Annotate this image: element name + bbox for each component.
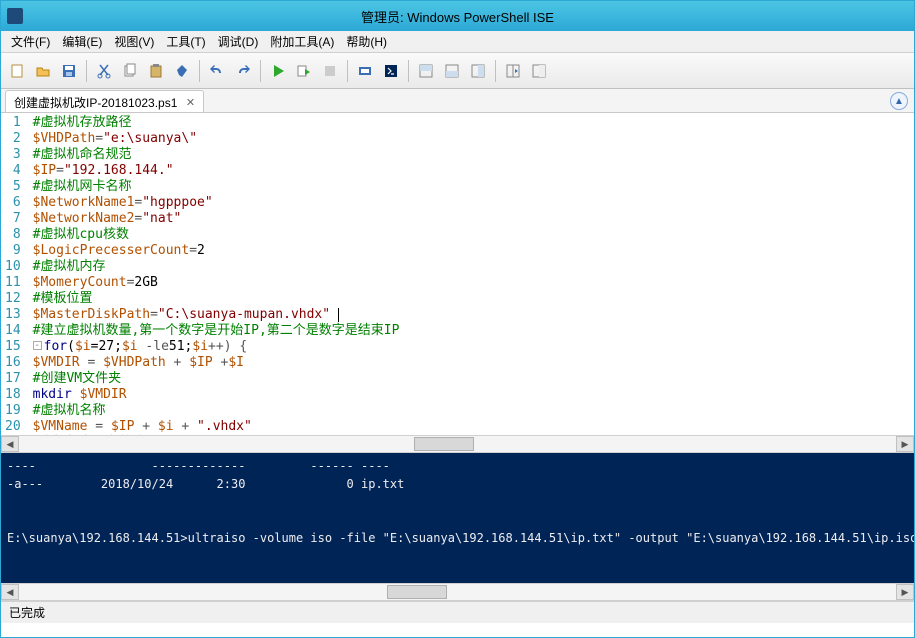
- show-addon-button[interactable]: [527, 59, 551, 83]
- menu-addons[interactable]: 附加工具(A): [264, 31, 340, 52]
- menu-help[interactable]: 帮助(H): [340, 31, 393, 52]
- run-button[interactable]: [266, 59, 290, 83]
- save-button[interactable]: [57, 59, 81, 83]
- open-button[interactable]: [31, 59, 55, 83]
- status-bar: 已完成: [1, 601, 914, 623]
- menu-view[interactable]: 视图(V): [108, 31, 160, 52]
- editor-hscrollbar[interactable]: ◀ ▶: [1, 435, 914, 453]
- clear-button[interactable]: [170, 59, 194, 83]
- undo-button[interactable]: [205, 59, 229, 83]
- menu-debug[interactable]: 调试(D): [212, 31, 265, 52]
- scroll-thumb[interactable]: [387, 585, 447, 599]
- scroll-track[interactable]: [19, 436, 896, 452]
- scroll-thumb[interactable]: [414, 437, 474, 451]
- menu-tools[interactable]: 工具(T): [160, 31, 211, 52]
- cut-button[interactable]: [92, 59, 116, 83]
- editor-pane: 123456789101112131415161718192021 #虚拟机存放…: [1, 113, 914, 453]
- tab-bar: 创建虚拟机改IP-20181023.ps1 ✕ ▲: [1, 89, 914, 113]
- collapse-script-icon[interactable]: ▲: [890, 92, 908, 110]
- console-hscrollbar[interactable]: ◀ ▶: [1, 583, 914, 601]
- scroll-right-icon[interactable]: ▶: [896, 584, 914, 600]
- run-selection-button[interactable]: [292, 59, 316, 83]
- scroll-track[interactable]: [19, 584, 896, 600]
- paste-button[interactable]: [144, 59, 168, 83]
- app-icon: [7, 8, 23, 24]
- copy-button[interactable]: [118, 59, 142, 83]
- script-editor[interactable]: 123456789101112131415161718192021 #虚拟机存放…: [1, 113, 914, 435]
- scroll-left-icon[interactable]: ◀: [1, 584, 19, 600]
- script-tab[interactable]: 创建虚拟机改IP-20181023.ps1 ✕: [5, 90, 204, 112]
- menu-file[interactable]: 文件(F): [5, 31, 56, 52]
- tab-close-icon[interactable]: ✕: [183, 96, 197, 110]
- console-pane[interactable]: ---- ------------- ------ ---- -a--- 201…: [1, 453, 914, 583]
- stop-button[interactable]: [318, 59, 342, 83]
- scroll-right-icon[interactable]: ▶: [896, 436, 914, 452]
- window-title: 管理员: Windows PowerShell ISE: [361, 7, 554, 26]
- tab-label: 创建虚拟机改IP-20181023.ps1: [14, 94, 177, 111]
- layout2-button[interactable]: [440, 59, 464, 83]
- redo-button[interactable]: [231, 59, 255, 83]
- layout1-button[interactable]: [414, 59, 438, 83]
- menu-bar: 文件(F) 编辑(E) 视图(V) 工具(T) 调试(D) 附加工具(A) 帮助…: [1, 31, 914, 53]
- powershell-button[interactable]: [379, 59, 403, 83]
- show-command-button[interactable]: [501, 59, 525, 83]
- toolbar: [1, 53, 914, 89]
- new-remote-button[interactable]: [353, 59, 377, 83]
- title-bar: 管理员: Windows PowerShell ISE: [1, 1, 914, 31]
- layout3-button[interactable]: [466, 59, 490, 83]
- code-area[interactable]: #虚拟机存放路径$VHDPath="e:\suanya\"#虚拟机命名规范$IP…: [29, 113, 914, 435]
- status-text: 已完成: [9, 604, 45, 621]
- menu-edit[interactable]: 编辑(E): [56, 31, 108, 52]
- new-button[interactable]: [5, 59, 29, 83]
- line-gutter: 123456789101112131415161718192021: [1, 113, 29, 435]
- scroll-left-icon[interactable]: ◀: [1, 436, 19, 452]
